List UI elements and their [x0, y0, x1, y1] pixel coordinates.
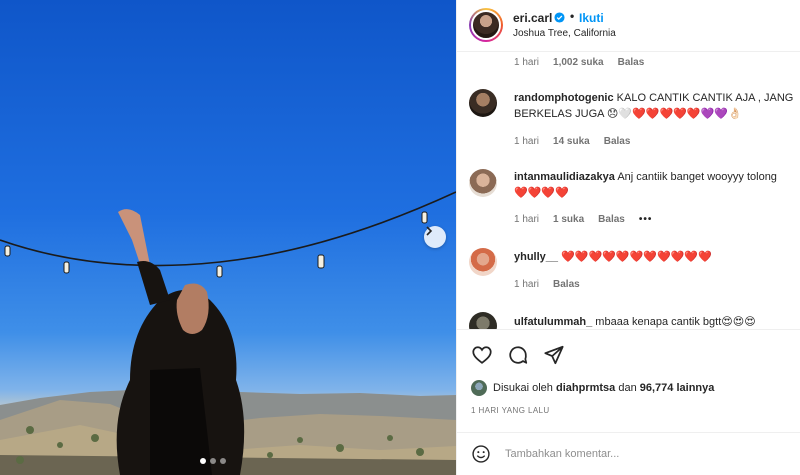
comment-item: intanmaulidiazakya Anj cantiik banget wo…: [514, 169, 777, 185]
comment-options-button[interactable]: •••: [639, 214, 653, 225]
add-comment-input[interactable]: [505, 448, 775, 460]
caption-likes[interactable]: 1,002 suka: [553, 57, 604, 68]
caption-reply-button[interactable]: Balas: [618, 57, 645, 68]
liker-avatar[interactable]: [471, 380, 487, 396]
liker-username[interactable]: diahprmtsa: [556, 382, 615, 394]
carousel-dots: [200, 458, 226, 464]
comment-text-continued: BERKELAS JUGA 😞🤍❤️❤️❤️❤️❤️💜💜👌🏻: [514, 108, 742, 120]
comment-likes[interactable]: 14 suka: [553, 136, 590, 147]
carousel-dot: [220, 458, 226, 464]
comment-text: Anj cantiik banget wooyyy tolong: [617, 171, 777, 183]
carousel-dot: [200, 458, 206, 464]
post-location[interactable]: Joshua Tree, California: [513, 28, 616, 39]
comment-meta: 1 hari Balas: [514, 279, 580, 290]
post-side-panel: eri.carl • Ikuti Joshua Tree, California…: [456, 0, 800, 475]
author-username[interactable]: eri.carl: [513, 11, 552, 25]
comment-time: 1 hari: [514, 279, 540, 290]
chevron-right-icon: [426, 226, 433, 236]
comment-time: 1 hari: [514, 136, 540, 147]
add-comment-bar: [471, 444, 775, 464]
comment-likes[interactable]: 1 suka: [553, 214, 584, 225]
emoji-icon[interactable]: [471, 444, 491, 464]
likes-count[interactable]: 96,774 lainnya: [640, 382, 715, 394]
post-header: eri.carl • Ikuti Joshua Tree, California: [457, 0, 800, 52]
comment-reply-button[interactable]: Balas: [598, 214, 625, 225]
verified-badge-icon: [554, 12, 565, 23]
section-divider: [457, 432, 800, 433]
post-date[interactable]: 1 HARI YANG LALU: [471, 406, 550, 415]
comment-username[interactable]: randomphotogenic: [514, 92, 614, 104]
comment-reply-button[interactable]: Balas: [553, 279, 580, 290]
comment-text: ❤️❤️❤️❤️❤️❤️❤️❤️❤️❤️❤️: [561, 251, 712, 263]
follow-button[interactable]: Ikuti: [579, 11, 604, 25]
section-divider: [457, 329, 800, 330]
comment-item: ulfatulummah_ mbaaa kenapa cantik bgtt😍😍…: [514, 314, 756, 329]
comments-list[interactable]: 1 hari 1,002 suka Balas randomphotogenic…: [457, 52, 800, 329]
likes-summary: Disukai oleh diahprmtsa dan 96,774 lainn…: [471, 380, 714, 396]
heart-icon[interactable]: [471, 344, 493, 366]
comment-icon[interactable]: [507, 344, 529, 366]
next-photo-button[interactable]: [424, 226, 446, 248]
comment-username[interactable]: ulfatulummah_: [514, 316, 592, 328]
caption-meta: 1 hari 1,002 suka Balas: [514, 57, 644, 68]
author-avatar[interactable]: [469, 8, 503, 42]
likes-middle: dan: [618, 382, 637, 394]
comment-text: mbaaa kenapa cantik bgtt😍😍😍: [595, 316, 756, 328]
commenter-avatar[interactable]: [469, 248, 497, 276]
commenter-avatar[interactable]: [469, 169, 497, 197]
share-icon[interactable]: [543, 344, 565, 366]
post-actions: [471, 344, 565, 366]
caption-time: 1 hari: [514, 57, 540, 68]
comment-username[interactable]: intanmaulidiazakya: [514, 171, 615, 183]
comment-text: KALO CANTIK CANTIK AJA , JANG: [616, 92, 794, 104]
comment-item: yhully__ ❤️❤️❤️❤️❤️❤️❤️❤️❤️❤️❤️: [514, 249, 712, 265]
comment-text-continued: ❤️❤️❤️❤️: [514, 187, 569, 199]
comment-reply-button[interactable]: Balas: [604, 136, 631, 147]
comment-meta: 1 hari 1 suka Balas •••: [514, 214, 652, 225]
separator-dot: •: [570, 9, 575, 23]
commenter-avatar[interactable]: [469, 312, 497, 329]
post-photo[interactable]: [0, 0, 456, 475]
comment-username[interactable]: yhully__: [514, 251, 558, 263]
carousel-dot: [210, 458, 216, 464]
comment-meta: 1 hari 14 suka Balas: [514, 136, 630, 147]
photo-scene: [0, 191, 456, 475]
likes-prefix: Disukai oleh: [493, 382, 553, 394]
comment-time: 1 hari: [514, 214, 540, 225]
commenter-avatar[interactable]: [469, 89, 497, 117]
comment-item: randomphotogenic KALO CANTIK CANTIK AJA …: [514, 90, 793, 106]
